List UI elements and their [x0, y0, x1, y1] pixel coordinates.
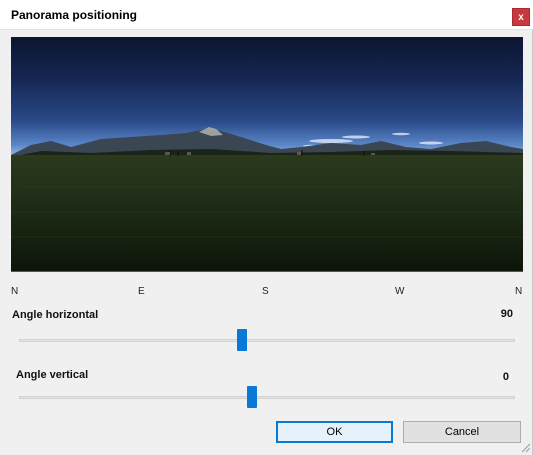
panorama-preview[interactable]: [11, 37, 523, 272]
angle-vertical-value: 0: [502, 371, 509, 383]
close-icon: x: [518, 12, 524, 23]
angle-horizontal-value: 90: [500, 308, 513, 320]
compass-south-label: S: [262, 286, 269, 297]
slider-track: [19, 396, 515, 399]
angle-vertical-label: Angle vertical: [16, 369, 89, 381]
slider-thumb[interactable]: [247, 386, 258, 408]
ok-button[interactable]: OK: [276, 421, 393, 443]
title-bar[interactable]: Panorama positioning x: [0, 0, 533, 30]
angle-vertical-slider[interactable]: [19, 386, 515, 410]
dialog-title: Panorama positioning: [11, 8, 138, 22]
panorama-positioning-dialog: Panorama positioning x N E S W N Angle h…: [0, 0, 533, 455]
resize-grip-icon[interactable]: [519, 441, 531, 453]
compass-north-left-label: N: [11, 286, 19, 297]
compass-west-label: W: [395, 286, 405, 297]
panorama-image: [11, 37, 523, 271]
angle-horizontal-slider[interactable]: [19, 329, 515, 353]
angle-horizontal-label: Angle horizontal: [12, 309, 99, 321]
close-button[interactable]: x: [512, 8, 530, 26]
slider-thumb[interactable]: [237, 329, 248, 351]
compass-north-right-label: N: [515, 286, 523, 297]
slider-track: [19, 339, 515, 342]
compass-east-label: E: [138, 286, 145, 297]
cancel-button[interactable]: Cancel: [403, 421, 521, 443]
